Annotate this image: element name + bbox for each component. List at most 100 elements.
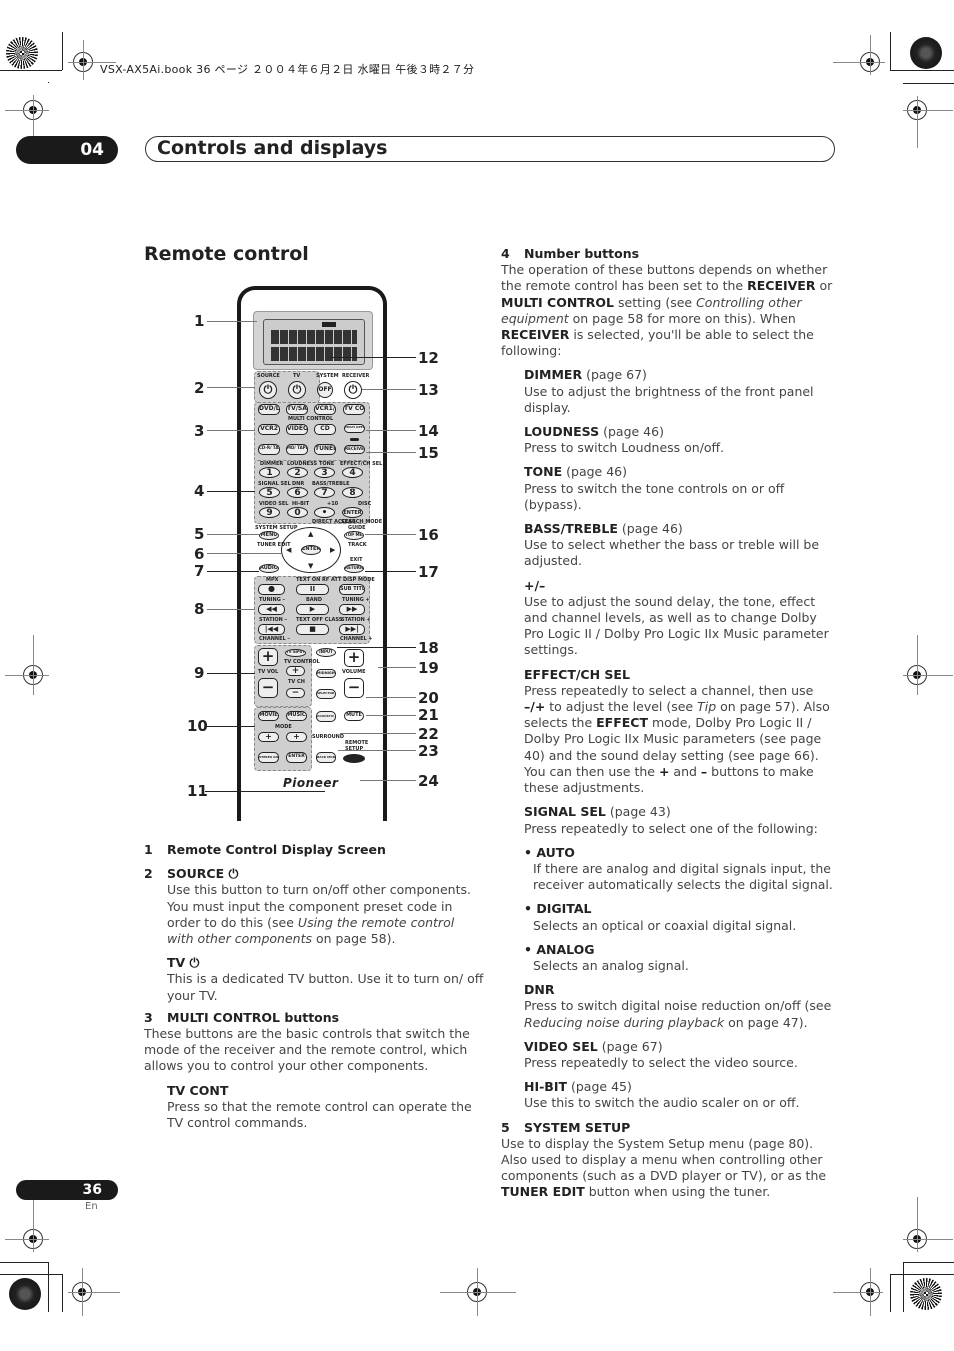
subtitle-button[interactable]: SUB TITLE <box>339 584 365 595</box>
registration-target-icon <box>9 1278 41 1310</box>
number-6-button[interactable]: 6 <box>287 487 308 498</box>
receiver-mode-button[interactable]: RECEIVER <box>344 445 365 454</box>
callout-9: 9 <box>194 664 205 682</box>
tv-vol-down-button[interactable]: − <box>258 678 278 698</box>
tv-vol-up-button[interactable]: + <box>258 648 278 666</box>
selector-input-button[interactable]: SELECTOR INPUT <box>316 689 336 699</box>
callout-24: 24 <box>418 772 439 790</box>
item-4: 4 Number buttons The operation of these b… <box>501 246 836 1112</box>
back-mode-button[interactable]: BACK MODE <box>316 752 336 763</box>
sub-hi-bit: HI-BIT (page 45) Use this to switch the a… <box>524 1079 800 1111</box>
sub-dnr: DNR Press to switch digital noise reduct… <box>524 982 832 1030</box>
number-7-button[interactable]: 7 <box>314 487 335 498</box>
sub-video-sel: VIDEO SEL (page 67) Press repeatedly to s… <box>524 1038 798 1070</box>
left-column-text: 1 Remote Control Display Screen 2 SOURCE ⏻… <box>144 842 484 1131</box>
right-column-text: 4 Number buttons The operation of these b… <box>501 246 836 1201</box>
next-button[interactable]: ▶▶| <box>339 624 365 635</box>
callout-2: 2 <box>194 379 205 397</box>
music-button[interactable]: MUSIC <box>286 711 307 721</box>
number-0-button[interactable]: 0 <box>287 507 308 518</box>
record-button[interactable]: ● <box>258 584 285 595</box>
cd-r-tape1-button[interactable]: CD-R/ TAPE1 <box>258 444 280 455</box>
multi-operation-button[interactable]: MULTI OPERATION <box>344 424 365 433</box>
cursor-right-icon[interactable]: ▶ <box>330 546 335 554</box>
tv-power-button[interactable]: ⏻ <box>288 381 306 399</box>
top-menu-button[interactable]: TOP MENU <box>344 531 364 540</box>
movie-button[interactable]: MOVIE <box>258 711 279 721</box>
number-1-button[interactable]: 1 <box>259 467 280 478</box>
mute-button[interactable]: MUTE <box>344 711 364 721</box>
callout-3: 3 <box>194 422 205 440</box>
callout-17: 17 <box>418 563 439 581</box>
page-language: En <box>85 1201 98 1212</box>
callout-22: 22 <box>418 725 439 743</box>
return-button[interactable]: RETURN <box>344 564 364 573</box>
music-mode-plus-button[interactable]: + <box>286 732 307 742</box>
volume-up-button[interactable]: + <box>344 649 364 667</box>
tv-cont-button[interactable]: TV CONT <box>343 404 365 415</box>
number-9-button[interactable]: 9 <box>259 507 280 518</box>
number-3-button[interactable]: 3 <box>314 467 335 478</box>
vcr2-button[interactable]: VCR2 <box>258 424 280 435</box>
tuner-button[interactable]: TUNER <box>314 444 336 455</box>
mode-enter-button[interactable]: ENTER <box>286 752 307 763</box>
cursor-down-icon[interactable]: ▼ <box>308 562 313 570</box>
receiver-power-button[interactable]: ⏻ <box>344 381 362 399</box>
callout-7: 7 <box>194 562 205 580</box>
callout-4: 4 <box>194 482 205 500</box>
menu-button[interactable]: MENU <box>259 531 279 540</box>
callout-15: 15 <box>418 444 439 462</box>
signal-option-digital: • DIGITAL Selects an optical or coaxial d… <box>524 901 797 933</box>
input-button[interactable]: INPUT <box>316 648 336 657</box>
plus10-button[interactable]: • <box>314 507 335 518</box>
tv-ch-up-button[interactable]: + <box>286 666 305 676</box>
vcr1-dvr-button[interactable]: VCR1/ DVR <box>314 404 336 415</box>
sub-dimmer: DIMMER (page 67) Use to adjust the bright… <box>524 367 814 415</box>
cursor-left-icon[interactable]: ◀ <box>286 546 291 554</box>
source-power-button[interactable]: ⏻ <box>259 381 277 399</box>
tv-ch-down-button[interactable]: − <box>286 688 305 698</box>
number-5-button[interactable]: 5 <box>259 487 280 498</box>
pause-button[interactable]: II <box>296 584 329 595</box>
fast-forward-button[interactable]: ▶▶ <box>339 604 365 615</box>
remote-setup-button[interactable] <box>343 754 365 763</box>
acoustic-eq-button[interactable]: ACOUSTIC EQ <box>316 711 336 722</box>
item-5: 5 SYSTEM SETUP Use to display the System … <box>501 1119 827 1200</box>
cursor-enter-button[interactable]: ENTER <box>301 545 321 555</box>
sub-loudness: LOUDNESS (page 46) Press to switch Loudne… <box>524 424 725 456</box>
system-off-button[interactable]: OFF <box>317 382 333 398</box>
tv-input-button[interactable]: TV INPUT <box>285 649 306 657</box>
tv-sat-button[interactable]: TV/SAT <box>286 404 308 415</box>
cd-button[interactable]: CD <box>314 424 336 435</box>
item-2: 2 SOURCE ⏻ Use this button to turn on/off… <box>144 866 484 1003</box>
play-button[interactable]: ▶ <box>296 604 329 615</box>
audio-button[interactable]: AUDIO <box>259 564 279 573</box>
previous-button[interactable]: |◀◀ <box>258 624 285 635</box>
number-enter-button[interactable]: ENTER <box>342 507 363 518</box>
stereo-direct-button[interactable]: STEREO DIRECT <box>258 752 279 763</box>
callout-23: 23 <box>418 742 439 760</box>
sub-bass-treble: BASS/TREBLE (page 46) Use to select wheth… <box>524 521 820 569</box>
cursor-up-icon[interactable]: ▲ <box>308 530 313 538</box>
video-button[interactable]: VIDEO <box>286 424 308 435</box>
print-header-meta: VSX-AX5Ai.book 36 ページ ２００４年６月２日 水曜日 午後３時… <box>100 63 475 76</box>
rewind-button[interactable]: ◀◀ <box>258 604 285 615</box>
callout-12: 12 <box>418 349 439 367</box>
number-4-button[interactable]: 4 <box>342 467 363 478</box>
dvd-ld-button[interactable]: DVD/LD <box>258 404 280 415</box>
registration-target-icon <box>910 1278 942 1310</box>
sub-tone: TONE (page 46) Press to switch the tone c… <box>524 464 785 512</box>
pioneer-logo: Pioneer <box>283 776 339 790</box>
midnight-button[interactable]: MIDNIGHT <box>316 669 336 678</box>
number-8-button[interactable]: 8 <box>342 487 363 498</box>
movie-mode-plus-button[interactable]: + <box>258 732 279 742</box>
callout-13: 13 <box>418 381 439 399</box>
callout-5: 5 <box>194 525 205 543</box>
stop-button[interactable]: ■ <box>296 624 329 635</box>
sub-effect-ch-sel: EFFECT/CH SEL Press repeatedly to select… <box>524 666 830 796</box>
md-tape2-button[interactable]: MD/ TAPE2 <box>286 444 308 455</box>
volume-down-button[interactable]: − <box>344 678 364 698</box>
sub-plus-minus: +/– Use to adjust the sound delay, the to… <box>524 577 829 658</box>
page-number: 36 <box>16 1180 118 1200</box>
number-2-button[interactable]: 2 <box>287 467 308 478</box>
